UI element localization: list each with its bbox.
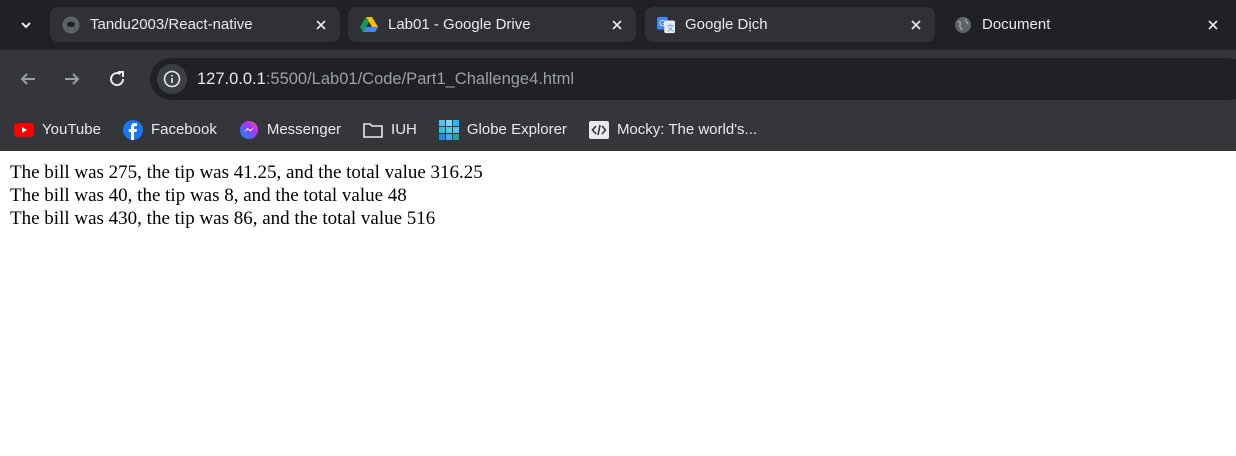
bookmark-label: Mocky: The world's... xyxy=(616,121,758,138)
bookmark-globe-explorer[interactable]: Globe Explorer xyxy=(438,119,567,140)
tab-title: Google Dịch xyxy=(685,16,768,33)
reload-icon xyxy=(110,71,125,87)
url-path: :5500/Lab01/Code/Part1_Challenge4.html xyxy=(265,69,575,88)
tab-title: Lab01 - Google Drive xyxy=(388,16,531,33)
tab-strip: Tandu2003/React-native Lab01 - Google Dr… xyxy=(0,0,1236,50)
forward-button[interactable] xyxy=(58,65,86,93)
folder-icon xyxy=(363,120,383,140)
globe-explorer-icon xyxy=(438,119,459,140)
tab-document[interactable]: Document xyxy=(942,7,1232,42)
tab-search-button[interactable] xyxy=(12,11,40,39)
result-line: The bill was 275, the tip was 41.25, and… xyxy=(10,162,483,183)
bookmarks-bar: YouTube Facebook Messenger IUH Globe Exp… xyxy=(0,108,1236,151)
arrow-left-icon xyxy=(20,73,35,85)
github-icon xyxy=(62,16,80,34)
svg-text:G: G xyxy=(659,18,665,27)
close-icon[interactable] xyxy=(606,14,628,36)
browser-chrome: Tandu2003/React-native Lab01 - Google Dr… xyxy=(0,0,1236,151)
svg-text:文: 文 xyxy=(667,23,674,32)
bookmark-label: Facebook xyxy=(150,121,217,138)
close-icon[interactable] xyxy=(905,14,927,36)
bookmark-label: Messenger xyxy=(266,121,342,138)
back-button[interactable] xyxy=(14,65,42,93)
messenger-icon xyxy=(239,120,259,140)
bookmark-label: Globe Explorer xyxy=(466,121,567,138)
bookmark-folder-iuh[interactable]: IUH xyxy=(363,120,417,140)
arrow-right-icon xyxy=(65,73,80,85)
tab-github[interactable]: Tandu2003/React-native xyxy=(50,7,340,42)
close-icon[interactable] xyxy=(310,14,332,36)
result-line: The bill was 40, the tip was 8, and the … xyxy=(10,185,407,206)
toolbar: 127.0.0.1:5500/Lab01/Code/Part1_Challeng… xyxy=(0,50,1236,108)
tab-title: Tandu2003/React-native xyxy=(90,16,253,33)
facebook-icon xyxy=(122,119,143,140)
url-text[interactable]: 127.0.0.1:5500/Lab01/Code/Part1_Challeng… xyxy=(197,70,574,89)
youtube-icon xyxy=(14,120,34,140)
bookmark-facebook[interactable]: Facebook xyxy=(122,119,217,140)
bookmark-mocky[interactable]: Mocky: The world's... xyxy=(588,120,758,140)
mocky-icon xyxy=(588,120,609,140)
result-line: The bill was 430, the tip was 86, and th… xyxy=(10,208,436,229)
url-host: 127.0.0.1 xyxy=(197,69,266,88)
reload-button[interactable] xyxy=(103,65,131,93)
tab-google-drive[interactable]: Lab01 - Google Drive xyxy=(348,7,636,42)
google-drive-icon xyxy=(360,16,378,34)
site-info-icon[interactable] xyxy=(157,64,187,94)
address-bar[interactable]: 127.0.0.1:5500/Lab01/Code/Part1_Challeng… xyxy=(150,58,1236,100)
tab-google-translate[interactable]: G 文 Google Dịch xyxy=(645,7,935,42)
page-content: The bill was 275, the tip was 41.25, and… xyxy=(0,151,1236,230)
close-icon[interactable] xyxy=(1202,14,1224,36)
bookmark-youtube[interactable]: YouTube xyxy=(14,120,101,140)
google-translate-icon: G 文 xyxy=(657,16,675,34)
bookmark-messenger[interactable]: Messenger xyxy=(239,120,341,140)
chevron-down-icon xyxy=(21,22,31,29)
bookmark-label: YouTube xyxy=(42,121,101,138)
globe-icon xyxy=(954,16,972,34)
bookmark-label: IUH xyxy=(391,121,417,138)
tab-title: Document xyxy=(982,16,1051,33)
